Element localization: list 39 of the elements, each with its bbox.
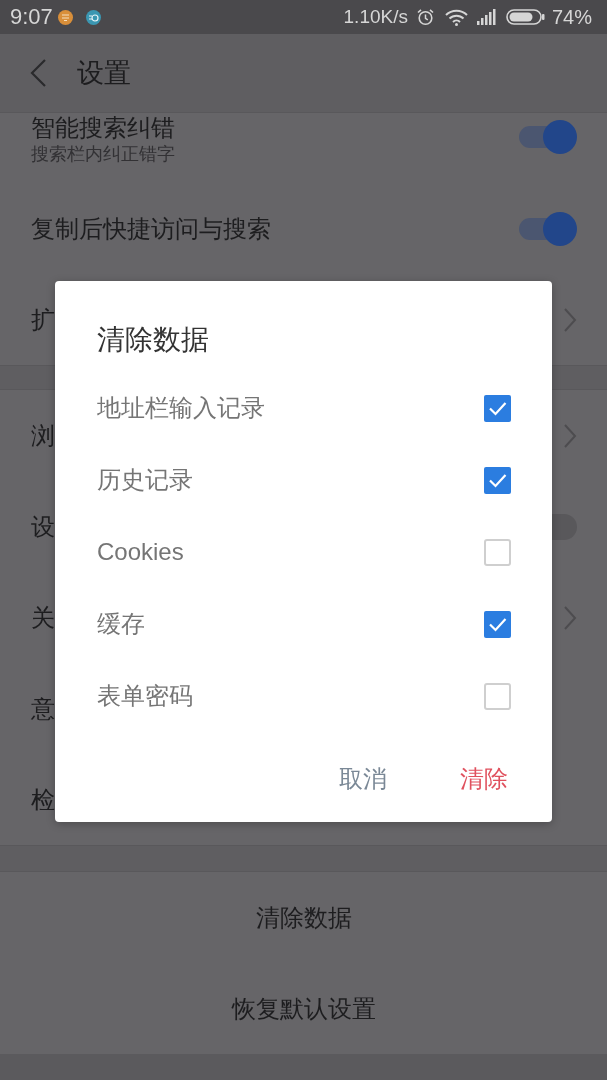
app-notification-icon xyxy=(85,9,101,25)
checkbox[interactable] xyxy=(484,394,511,422)
option-label: 缓存 xyxy=(97,609,145,639)
setting-label: 意 xyxy=(31,694,55,723)
checkbox[interactable] xyxy=(484,682,511,710)
setting-label: 检 xyxy=(31,785,55,814)
clear-button[interactable]: 清除 xyxy=(448,755,520,803)
cancel-button[interactable]: 取消 xyxy=(327,755,399,803)
checkbox[interactable] xyxy=(484,610,511,638)
back-icon[interactable] xyxy=(29,58,47,88)
settings-action-button[interactable]: 恢复默认设置 xyxy=(0,963,607,1054)
option-label: 表单密码 xyxy=(97,681,193,711)
setting-label: 智能搜索纠错 xyxy=(31,114,175,142)
checkbox[interactable] xyxy=(484,538,511,566)
settings-action-button[interactable]: 清除数据 xyxy=(0,872,607,963)
page-title: 设置 xyxy=(77,57,131,90)
signal-icon xyxy=(476,9,497,25)
status-time: 9:07 xyxy=(10,4,53,30)
setting-label: 复制后快捷访问与搜索 xyxy=(31,214,271,243)
setting-label: 设 xyxy=(31,512,55,541)
chevron-right-icon xyxy=(563,306,577,333)
option-label: 历史记录 xyxy=(97,465,193,495)
battery-percent: 74% xyxy=(551,5,592,30)
option-label: Cookies xyxy=(97,537,184,567)
toggle-switch[interactable] xyxy=(518,120,577,154)
toggle-switch[interactable] xyxy=(518,211,577,246)
option-label: 地址栏输入记录 xyxy=(97,393,265,423)
battery-icon xyxy=(505,9,545,25)
setting-label: 关 xyxy=(31,603,55,632)
chevron-right-icon xyxy=(563,604,577,631)
alarm-clock-icon xyxy=(416,8,434,26)
chevron-right-icon xyxy=(563,422,577,449)
wifi-icon xyxy=(444,8,468,26)
network-speed: 1.10K/s xyxy=(343,5,408,29)
app-notification-icon xyxy=(57,9,73,25)
setting-label: 扩 xyxy=(31,305,55,334)
checkbox[interactable] xyxy=(484,466,511,494)
dialog-title: 清除数据 xyxy=(97,323,209,357)
setting-label: 浏 xyxy=(31,421,55,450)
